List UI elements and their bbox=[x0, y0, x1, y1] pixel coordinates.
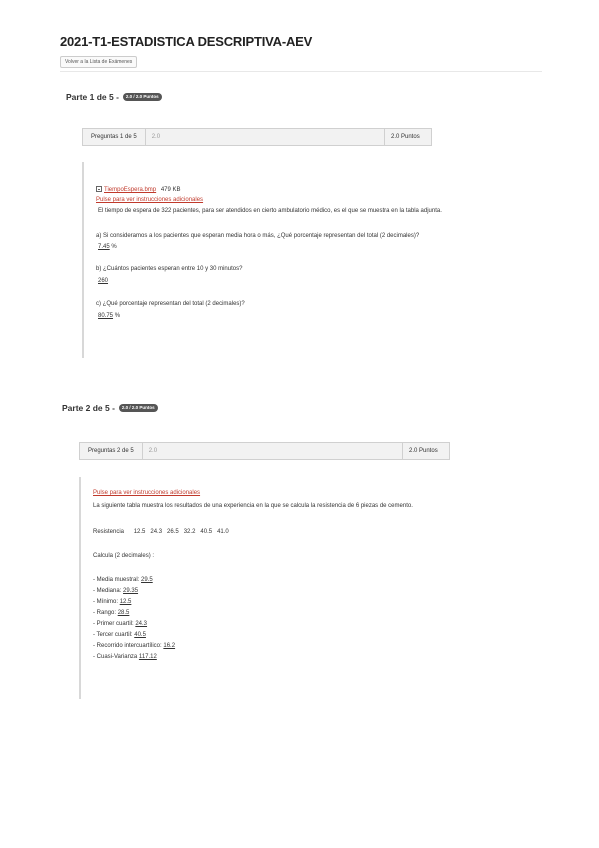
attachment-size: 479 KB bbox=[160, 187, 181, 193]
answer-1c-unit: % bbox=[114, 313, 121, 319]
part-2-title: Parte 2 de 5 - bbox=[62, 403, 115, 413]
answer-1a-unit: % bbox=[111, 244, 117, 250]
question-1a-answer-row: 7.45 % bbox=[98, 244, 117, 250]
question-1-body: TiempoEspera.bmp 479 KB Pulse para ver i… bbox=[82, 162, 542, 358]
part-1-title: Parte 1 de 5 - bbox=[66, 92, 119, 102]
instructions-link-2[interactable]: Pulse para ver instrucciones adicionales bbox=[93, 490, 200, 496]
answer-mediana: 29.35 bbox=[123, 588, 139, 594]
question-1-points: 2.0 Puntos bbox=[384, 129, 431, 145]
question-2-label: Preguntas 2 de 5 bbox=[80, 443, 143, 459]
question-1a-text: a) Si consideramos a los pacientes que e… bbox=[96, 233, 420, 239]
answer-recorrido-intercuartilico: 16.2 bbox=[163, 643, 176, 649]
part-2-header: Parte 2 de 5 - 2.0 / 2.0 Puntos bbox=[62, 403, 158, 413]
file-image-icon bbox=[96, 186, 102, 192]
list-item: - Mediana: 29.35 bbox=[93, 588, 139, 594]
question-1-label: Preguntas 1 de 5 bbox=[83, 129, 146, 145]
question-2-score: 2.0 bbox=[148, 448, 158, 454]
page-title: 2021-T1-ESTADISTICA DESCRIPTIVA-AEV bbox=[60, 34, 313, 49]
resistencia-row: Resistencia 12.5 24.3 26.5 32.2 40.5 41.… bbox=[93, 529, 229, 535]
list-item: - Tercer cuartil: 40.5 bbox=[93, 632, 146, 638]
question-2-body: Pulse para ver instrucciones adicionales… bbox=[79, 477, 539, 699]
list-item: - Mínimo: 12.5 bbox=[93, 599, 132, 605]
answer-minimo: 12.5 bbox=[119, 599, 132, 605]
question-1b-answer-row: 260 bbox=[98, 278, 108, 284]
question-1-bar: Preguntas 1 de 5 2.0 2.0 Puntos bbox=[82, 128, 432, 146]
answer-primer-cuartil: 24.3 bbox=[135, 621, 148, 627]
attachment-link[interactable]: TiempoEspera.bmp bbox=[104, 187, 156, 193]
resistencia-values: 12.5 24.3 26.5 32.2 40.5 41.0 bbox=[133, 529, 229, 535]
question-1c-text: c) ¿Qué porcentaje representan del total… bbox=[96, 301, 245, 307]
answer-1c: 80.75 bbox=[98, 313, 114, 319]
list-item: - Cuasi-Varianza 117.12 bbox=[93, 654, 157, 660]
answer-tercer-cuartil: 40.5 bbox=[134, 632, 146, 638]
calcula-label: Calcula (2 decimales) : bbox=[93, 553, 155, 559]
header-divider bbox=[60, 71, 542, 72]
instructions-link-1[interactable]: Pulse para ver instrucciones adicionales bbox=[96, 197, 203, 203]
part-2-score-badge: 2.0 / 2.0 Puntos bbox=[118, 404, 158, 412]
list-item: - Primer cuartil: 24.3 bbox=[93, 621, 148, 627]
question-1c-answer-row: 80.75 % bbox=[98, 313, 120, 319]
back-to-exams-button[interactable]: Volver a la Lista de Exámenes bbox=[60, 56, 138, 68]
list-item: - Rango: 28.5 bbox=[93, 610, 130, 616]
attachment-row: TiempoEspera.bmp 479 KB bbox=[96, 186, 181, 193]
list-item: - Recorrido intercuartílico: 16.2 bbox=[93, 643, 176, 649]
answer-1b: 260 bbox=[98, 278, 109, 284]
list-item: - Media muestral: 29.5 bbox=[93, 577, 153, 583]
question-1-intro: El tiempo de espera de 322 pacientes, pa… bbox=[98, 208, 442, 214]
question-2-points: 2.0 Puntos bbox=[402, 443, 449, 459]
part-1-header: Parte 1 de 5 - 2.0 / 2.0 Puntos bbox=[66, 92, 162, 102]
answer-cuasi-varianza: 117.12 bbox=[138, 654, 157, 660]
resistencia-label: Resistencia bbox=[93, 529, 125, 535]
question-1-score: 2.0 bbox=[151, 134, 161, 140]
question-2-bar: Preguntas 2 de 5 2.0 2.0 Puntos bbox=[79, 442, 450, 460]
answer-media-muestral: 29.5 bbox=[141, 577, 153, 583]
question-1b-text: b) ¿Cuántos pacientes esperan entre 10 y… bbox=[96, 266, 243, 272]
answer-1a: 7.45 bbox=[98, 244, 110, 250]
question-2-intro: La siguiente tabla muestra los resultado… bbox=[93, 503, 413, 509]
answer-rango: 28.5 bbox=[117, 610, 130, 616]
part-1-score-badge: 2.0 / 2.0 Puntos bbox=[122, 93, 162, 101]
